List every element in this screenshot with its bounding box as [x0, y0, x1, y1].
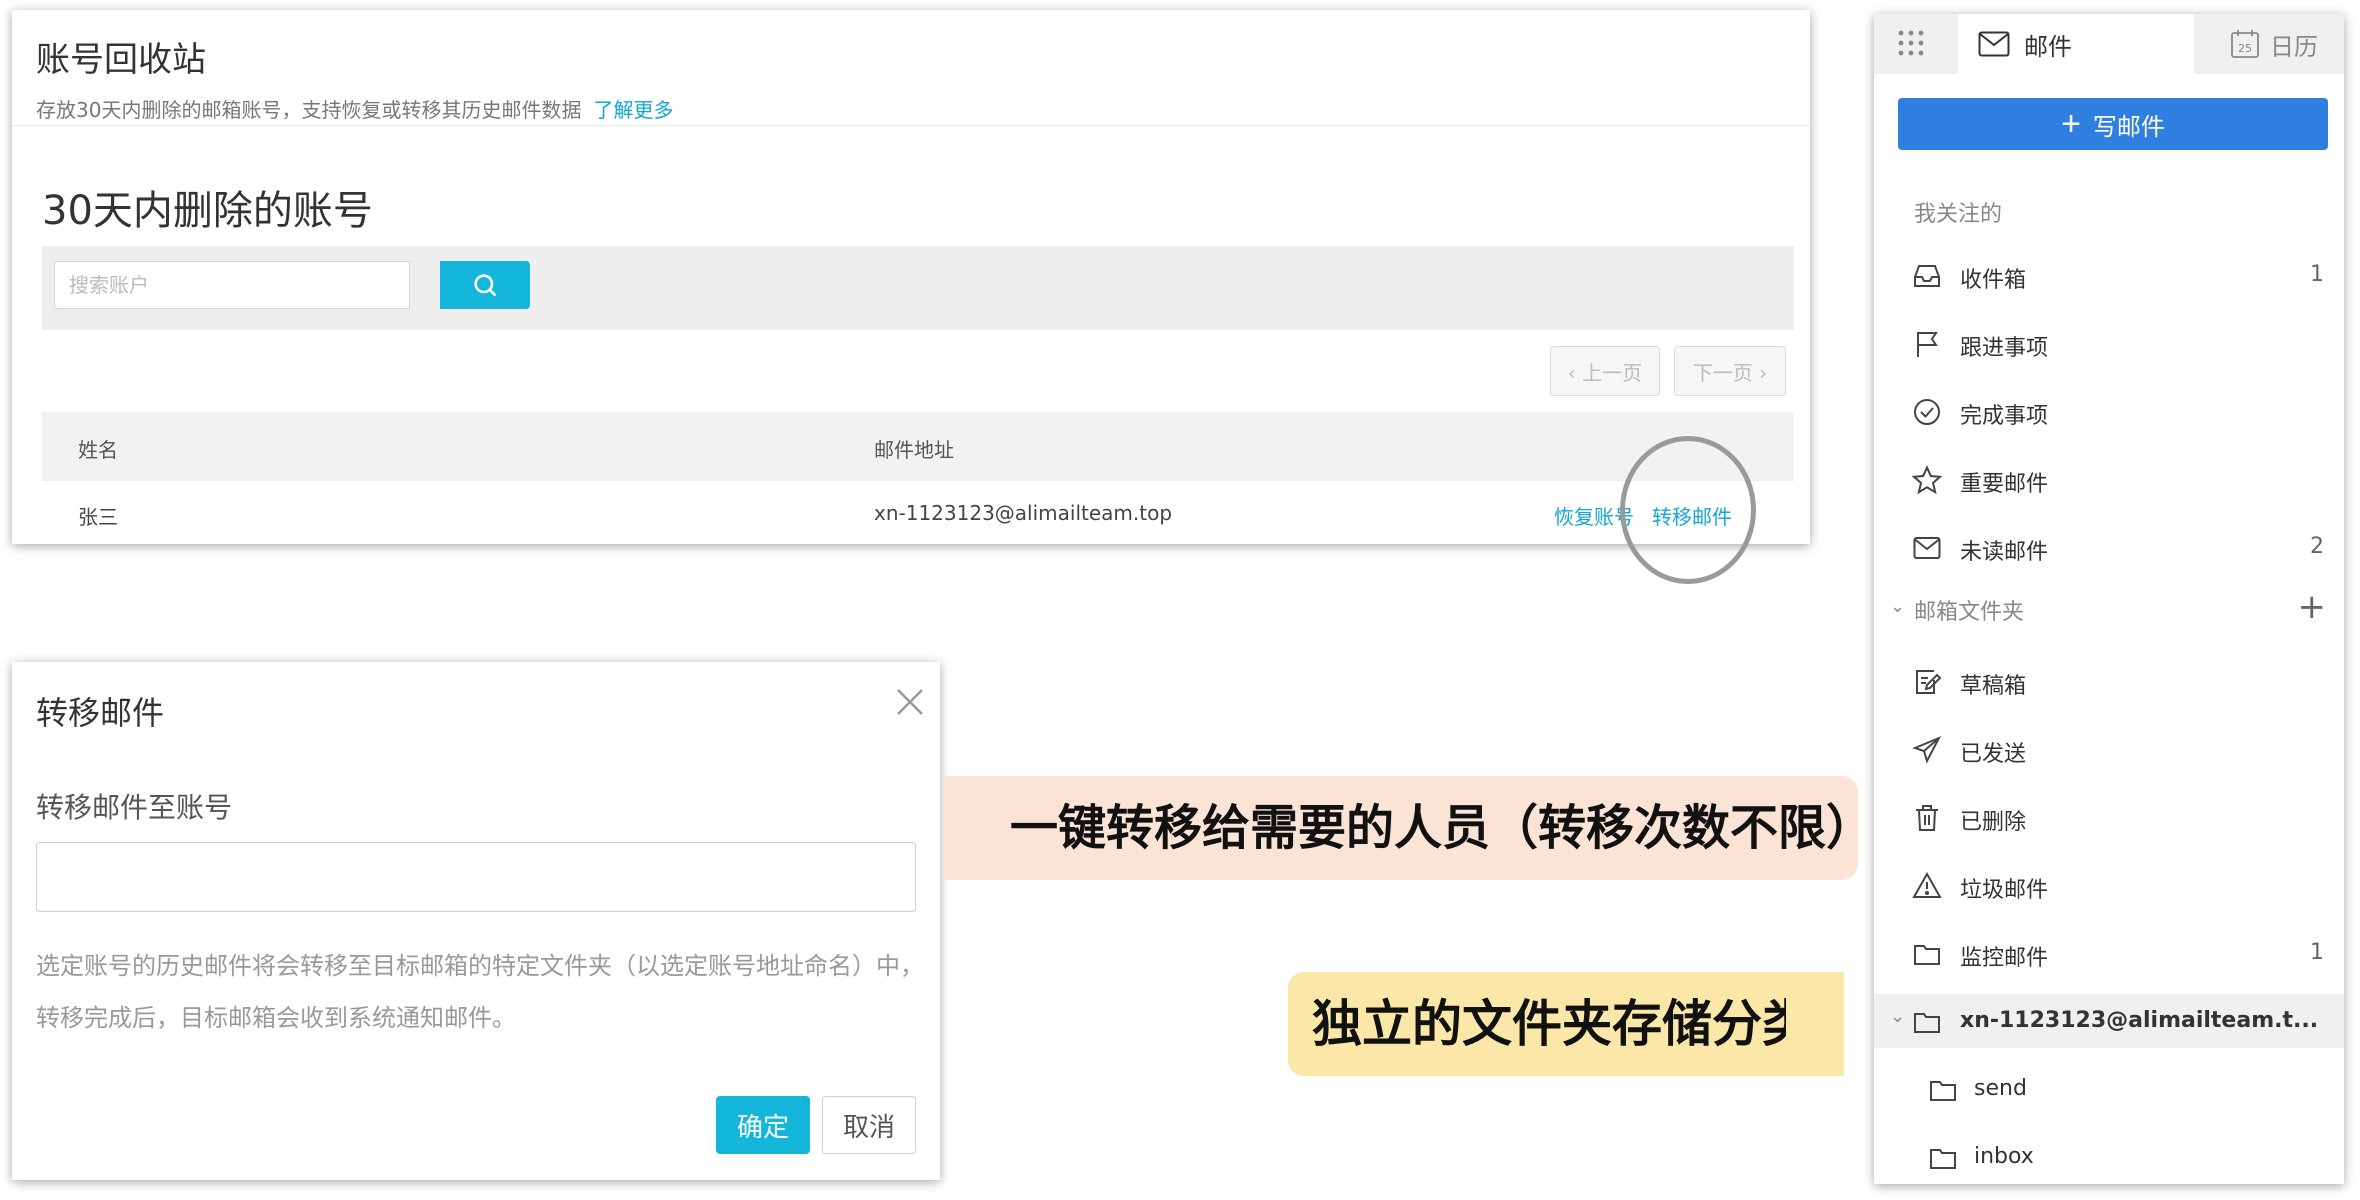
- sidebar-item-important[interactable]: 重要邮件: [1874, 452, 2344, 506]
- hint-line-1: 选定账号的历史邮件将会转移至目标邮箱的特定文件夹（以选定账号地址命名）中，: [36, 952, 924, 980]
- plus-icon: +: [2061, 105, 2081, 143]
- page-description: 存放30天内删除的邮箱账号，支持恢复或转移其历史邮件数据 了解更多: [36, 94, 673, 123]
- sidebar-item-label: 重要邮件: [1960, 472, 2049, 497]
- dialog-title: 转移邮件: [36, 694, 165, 732]
- sidebar-item-label: 已删除: [1960, 810, 2027, 835]
- page-title: 账号回收站: [36, 40, 206, 80]
- table-header: 姓名 邮件地址: [42, 412, 1794, 480]
- mail-sidebar: 邮件 25 日历 + 写邮件 我关注的 收件箱 1 跟进事项 完成事项 重要邮件…: [1874, 14, 2344, 1184]
- search-input[interactable]: [54, 261, 410, 309]
- unread-count: 1: [2310, 262, 2324, 287]
- divider: [12, 125, 1810, 126]
- check-circle-icon: [1914, 399, 1940, 425]
- search-button[interactable]: [440, 261, 530, 309]
- sidebar-item-label: 收件箱: [1960, 268, 2027, 293]
- app-grid-icon[interactable]: [1896, 28, 1926, 58]
- sidebar-item-label: 垃圾邮件: [1960, 878, 2049, 903]
- sidebar-item-label: 草稿箱: [1960, 674, 2027, 699]
- hint-line-2: 转移完成后，目标邮箱会收到系统通知邮件。: [36, 1004, 516, 1032]
- tab-calendar[interactable]: 25 日历: [2218, 14, 2344, 74]
- sidebar-item-transferred-folder[interactable]: ⌄ xn-1123123@alimailteam.t...: [1874, 994, 2344, 1048]
- add-folder-icon[interactable]: +: [2298, 590, 2327, 624]
- calendar-day: 25: [2238, 42, 2252, 55]
- callout-arrow-right: [1786, 972, 1844, 1076]
- calendar-icon: 25: [2231, 30, 2259, 58]
- tab-mail[interactable]: 邮件: [1958, 14, 2194, 74]
- row-email: xn-1123123@alimailteam.top: [874, 501, 1173, 525]
- target-account-label: 转移邮件至账号: [36, 791, 233, 824]
- sidebar-item-subfolder-inbox[interactable]: inbox: [1874, 1130, 2344, 1184]
- sidebar-item-drafts[interactable]: 草稿箱: [1874, 654, 2344, 708]
- folder-icon: [1914, 1013, 1940, 1033]
- section-folders: 邮箱文件夹: [1914, 600, 2025, 625]
- sidebar-item-label: 跟进事项: [1960, 336, 2049, 361]
- inbox-icon: [1914, 265, 1940, 287]
- sidebar-item-deleted[interactable]: 已删除: [1874, 790, 2344, 844]
- column-header-email: 邮件地址: [874, 438, 954, 462]
- description-text: 存放30天内删除的邮箱账号，支持恢复或转移其历史邮件数据: [36, 98, 582, 122]
- compose-button[interactable]: + 写邮件: [1898, 98, 2328, 150]
- sidebar-item-label: inbox: [1974, 1144, 2034, 1169]
- sidebar-item-sent[interactable]: 已发送: [1874, 722, 2344, 776]
- table-row: 张三 xn-1123123@alimailteam.top 恢复账号 转移邮件: [42, 480, 1794, 544]
- chevron-down-icon[interactable]: ⌄: [1890, 1006, 1905, 1027]
- folder-icon: [1914, 945, 1940, 965]
- star-icon: [1912, 465, 1942, 495]
- sidebar-item-spam[interactable]: 垃圾邮件: [1874, 858, 2344, 912]
- row-name: 张三: [78, 505, 118, 529]
- compose-label: 写邮件: [2092, 113, 2165, 141]
- app-tabs: 邮件 25 日历: [1874, 14, 2344, 74]
- sidebar-item-label: xn-1123123@alimailteam.t...: [1960, 1008, 2319, 1033]
- dialog-hint: 选定账号的历史邮件将会转移至目标邮箱的特定文件夹（以选定账号地址命名）中， 转移…: [36, 940, 926, 1044]
- search-bar: [42, 246, 1794, 330]
- envelope-icon: [1978, 31, 2010, 57]
- search-icon: [474, 274, 497, 297]
- sidebar-item-inbox[interactable]: 收件箱 1: [1874, 248, 2344, 302]
- transfer-callout-text: 一键转移给需要的人员（转移次数不限）: [944, 776, 1874, 880]
- learn-more-link[interactable]: 了解更多: [593, 98, 673, 122]
- warning-icon: [1912, 871, 1942, 898]
- sidebar-item-label: 已发送: [1960, 742, 2027, 767]
- tab-mail-label: 邮件: [2024, 32, 2072, 61]
- sidebar-item-subfolder-send[interactable]: send: [1874, 1062, 2344, 1116]
- folder-callout-text: 独立的文件夹存储分类: [1288, 972, 1844, 1076]
- tab-calendar-label: 日历: [2270, 32, 2318, 61]
- folder-icon: [1930, 1149, 1956, 1169]
- folder-callout: 独立的文件夹存储分类: [1288, 972, 1844, 1076]
- send-icon: [1912, 736, 1942, 764]
- section-title: 30天内删除的账号: [42, 188, 373, 234]
- folder-icon: [1930, 1081, 1956, 1101]
- sidebar-item-label: send: [1974, 1076, 2027, 1101]
- sidebar-item-monitor[interactable]: 监控邮件 1: [1874, 926, 2344, 980]
- cancel-button[interactable]: 取消: [822, 1096, 916, 1154]
- sidebar-item-label: 完成事项: [1960, 404, 2049, 429]
- unread-count: 2: [2310, 534, 2324, 559]
- confirm-button[interactable]: 确定: [716, 1096, 810, 1154]
- trash-icon: [1916, 805, 1938, 831]
- sidebar-item-label: 未读邮件: [1960, 540, 2049, 565]
- recycle-bin-panel: 账号回收站 存放30天内删除的邮箱账号，支持恢复或转移其历史邮件数据 了解更多 3…: [12, 10, 1810, 584]
- close-icon[interactable]: [890, 682, 930, 722]
- sidebar-item-done[interactable]: 完成事项: [1874, 384, 2344, 438]
- highlight-circle: [1620, 436, 1756, 584]
- envelope-icon: [1913, 537, 1941, 559]
- draft-icon: [1916, 670, 1942, 694]
- section-followed: 我关注的: [1914, 202, 2003, 227]
- prev-page-button[interactable]: ‹ 上一页: [1550, 346, 1660, 396]
- chevron-down-icon[interactable]: ⌄: [1890, 596, 1905, 617]
- next-page-button[interactable]: 下一页 ›: [1674, 346, 1786, 396]
- sidebar-item-unread[interactable]: 未读邮件 2: [1874, 520, 2344, 574]
- sidebar-item-follow-up[interactable]: 跟进事项: [1874, 316, 2344, 370]
- column-header-name: 姓名: [78, 438, 118, 462]
- sidebar-item-label: 监控邮件: [1960, 946, 2049, 971]
- transfer-callout: 一键转移给需要的人员（转移次数不限）: [944, 776, 1874, 880]
- unread-count: 1: [2310, 940, 2324, 965]
- transfer-mail-dialog: 转移邮件 转移邮件至账号 选定账号的历史邮件将会转移至目标邮箱的特定文件夹（以选…: [12, 662, 940, 1180]
- target-account-input[interactable]: [36, 842, 916, 912]
- flag-icon: [1917, 332, 1938, 357]
